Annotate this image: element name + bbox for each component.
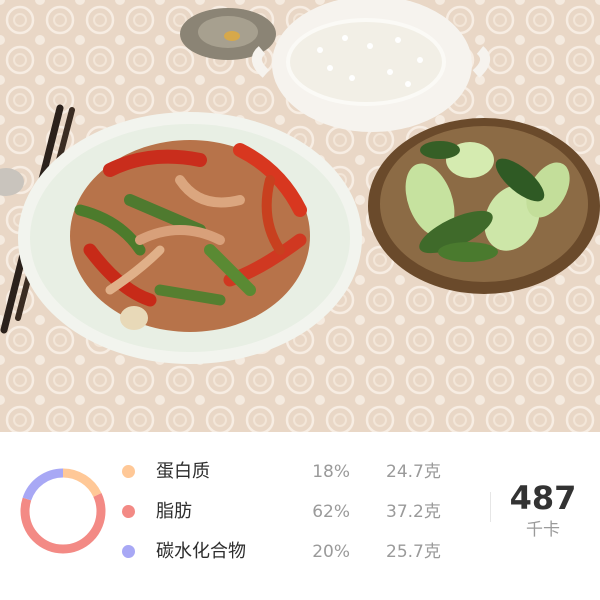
total-calories-unit: 千卡 (526, 520, 560, 540)
divider (490, 492, 491, 522)
nutrient-label: 碳水化合物 (156, 541, 246, 562)
nutrient-label: 蛋白质 (156, 461, 210, 482)
nutrient-row-fat: 脂肪 62% 37.2克 (122, 498, 462, 526)
nutrient-grams: 25.7克 (386, 542, 441, 562)
nutrient-percent: 20% (312, 542, 350, 562)
nutrient-label: 脂肪 (156, 501, 192, 522)
food-photo (0, 0, 600, 432)
nutrient-row-carbs: 碳水化合物 20% 25.7克 (122, 538, 462, 566)
nutrient-row-protein: 蛋白质 18% 24.7克 (122, 458, 462, 486)
carbs-color-dot (122, 545, 135, 558)
protein-color-dot (122, 465, 135, 478)
total-calories-value: 487 (509, 479, 577, 517)
fat-color-dot (122, 505, 135, 518)
nutrient-grams: 37.2克 (386, 502, 441, 522)
nutrient-percent: 62% (312, 502, 350, 522)
nutrient-percent: 18% (312, 462, 350, 482)
nutrient-grams: 24.7克 (386, 462, 441, 482)
macro-donut-chart (20, 468, 106, 554)
